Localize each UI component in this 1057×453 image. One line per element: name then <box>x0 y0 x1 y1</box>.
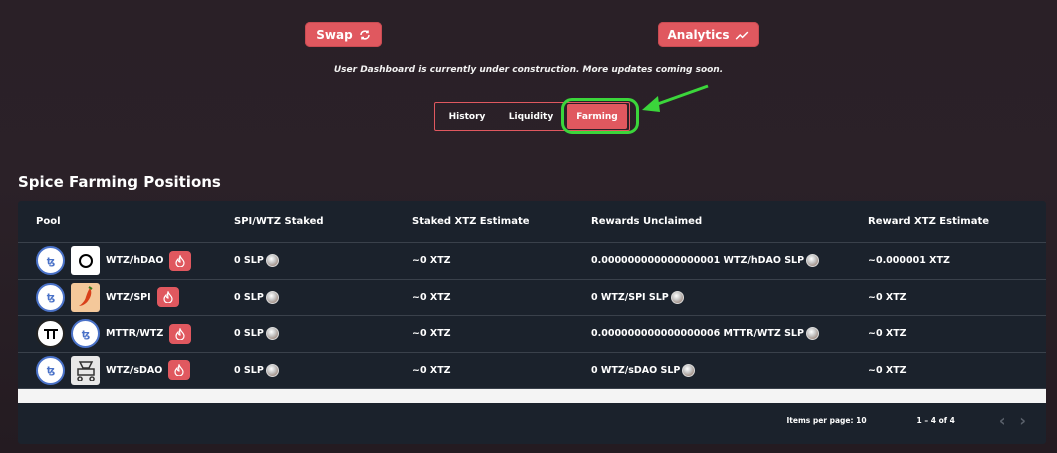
header-pool: Pool <box>36 216 61 227</box>
mttr-logo-icon <box>36 319 65 349</box>
staked-value: 0 SLP <box>234 291 264 303</box>
estimate-value: ~0 XTZ <box>412 364 451 376</box>
analytics-button[interactable]: Analytics <box>658 22 759 47</box>
fire-icon[interactable] <box>169 323 192 344</box>
chevron-left-icon[interactable]: ‹ <box>999 411 1006 430</box>
wtz-logo-icon: ꜩ <box>36 355 65 385</box>
swap-button[interactable]: Swap <box>305 22 382 47</box>
items-per-page[interactable]: Items per page: 10 <box>786 416 866 425</box>
analytics-label: Analytics <box>667 27 730 42</box>
pool-name: MTTR/WTZ <box>106 328 164 340</box>
rewards-value: 0.000000000000000006 MTTR/WTZ SLP <box>591 328 804 340</box>
pool-name: WTZ/hDAO <box>106 255 164 267</box>
estimate-value: ~0 XTZ <box>412 328 451 340</box>
slp-token-icon <box>265 363 279 377</box>
header-estimate: Staked XTZ Estimate <box>412 216 530 227</box>
table-row[interactable]: ꜩ WTZ/sDAO 0 SLP ~0 XTZ 0 WTZ/sDAO SLP ~… <box>18 353 1046 389</box>
fire-icon[interactable] <box>169 250 192 271</box>
header-reward-estimate: Reward XTZ Estimate <box>868 216 990 227</box>
section-title: Spice Farming Positions <box>18 173 221 191</box>
slp-token-icon <box>806 254 820 268</box>
svg-text:ꜩ: ꜩ <box>81 329 89 340</box>
pool-name: WTZ/SPI <box>106 291 151 303</box>
tab-history[interactable]: History <box>435 103 499 130</box>
pagination: Items per page: 10 1 – 4 of 4 ‹ › <box>18 396 1046 444</box>
hdao-logo-icon <box>71 246 100 276</box>
slp-token-icon <box>805 327 819 341</box>
table-row[interactable]: ꜩ WTZ/SPI 0 SLP ~0 XTZ 0 WTZ/SPI SLP ~0 … <box>18 280 1046 316</box>
staked-value: 0 SLP <box>234 364 264 376</box>
table-header: Pool SPI/WTZ Staked Staked XTZ Estimate … <box>18 201 1046 243</box>
reward-estimate-value: ~0.000001 XTZ <box>868 255 950 267</box>
refresh-icon <box>359 29 370 40</box>
slp-token-icon <box>265 327 279 341</box>
slp-token-icon <box>265 254 279 268</box>
pointer-arrow-icon <box>642 84 709 112</box>
farming-tab-highlight <box>561 98 639 134</box>
header-rewards: Rewards Unclaimed <box>591 216 703 227</box>
slp-token-icon <box>265 290 279 304</box>
swap-label: Swap <box>316 27 353 42</box>
rewards-value: 0 WTZ/sDAO SLP <box>591 364 681 376</box>
svg-text:ꜩ: ꜩ <box>46 366 54 377</box>
construction-notice: User Dashboard is currently under constr… <box>333 65 724 75</box>
estimate-value: ~0 XTZ <box>412 291 451 303</box>
pool-name: WTZ/sDAO <box>106 364 163 376</box>
farming-positions-table: Pool SPI/WTZ Staked Staked XTZ Estimate … <box>18 201 1046 444</box>
fire-icon[interactable] <box>156 287 179 308</box>
rewards-value: 0 WTZ/SPI SLP <box>591 291 669 303</box>
rewards-value: 0.000000000000000001 WTZ/hDAO SLP <box>591 255 805 267</box>
wtz-logo-icon: ꜩ <box>71 319 100 349</box>
fire-icon[interactable] <box>168 360 191 381</box>
slp-token-icon <box>682 363 696 377</box>
reward-estimate-value: ~0 XTZ <box>868 328 907 340</box>
staked-value: 0 SLP <box>234 255 264 267</box>
sdao-logo-icon <box>71 355 100 385</box>
svg-text:ꜩ: ꜩ <box>46 293 54 304</box>
slp-token-icon <box>670 290 684 304</box>
reward-estimate-value: ~0 XTZ <box>868 364 907 376</box>
staked-value: 0 SLP <box>234 328 264 340</box>
trend-icon <box>736 31 749 40</box>
svg-text:ꜩ: ꜩ <box>46 256 54 267</box>
chevron-right-icon[interactable]: › <box>1019 411 1026 430</box>
wtz-logo-icon: ꜩ <box>36 246 65 276</box>
table-row[interactable]: ꜩ WTZ/hDAO 0 SLP ~0 XTZ 0.00000000000000… <box>18 243 1046 280</box>
spi-logo-icon <box>71 282 100 312</box>
wtz-logo-icon: ꜩ <box>36 282 65 312</box>
header-staked: SPI/WTZ Staked <box>234 216 324 227</box>
table-row[interactable]: ꜩ MTTR/WTZ 0 SLP ~0 XTZ 0.00000000000000… <box>18 316 1046 353</box>
reward-estimate-value: ~0 XTZ <box>868 291 907 303</box>
tab-liquidity[interactable]: Liquidity <box>499 103 563 130</box>
estimate-value: ~0 XTZ <box>412 255 451 267</box>
page-range: 1 – 4 of 4 <box>916 415 955 425</box>
